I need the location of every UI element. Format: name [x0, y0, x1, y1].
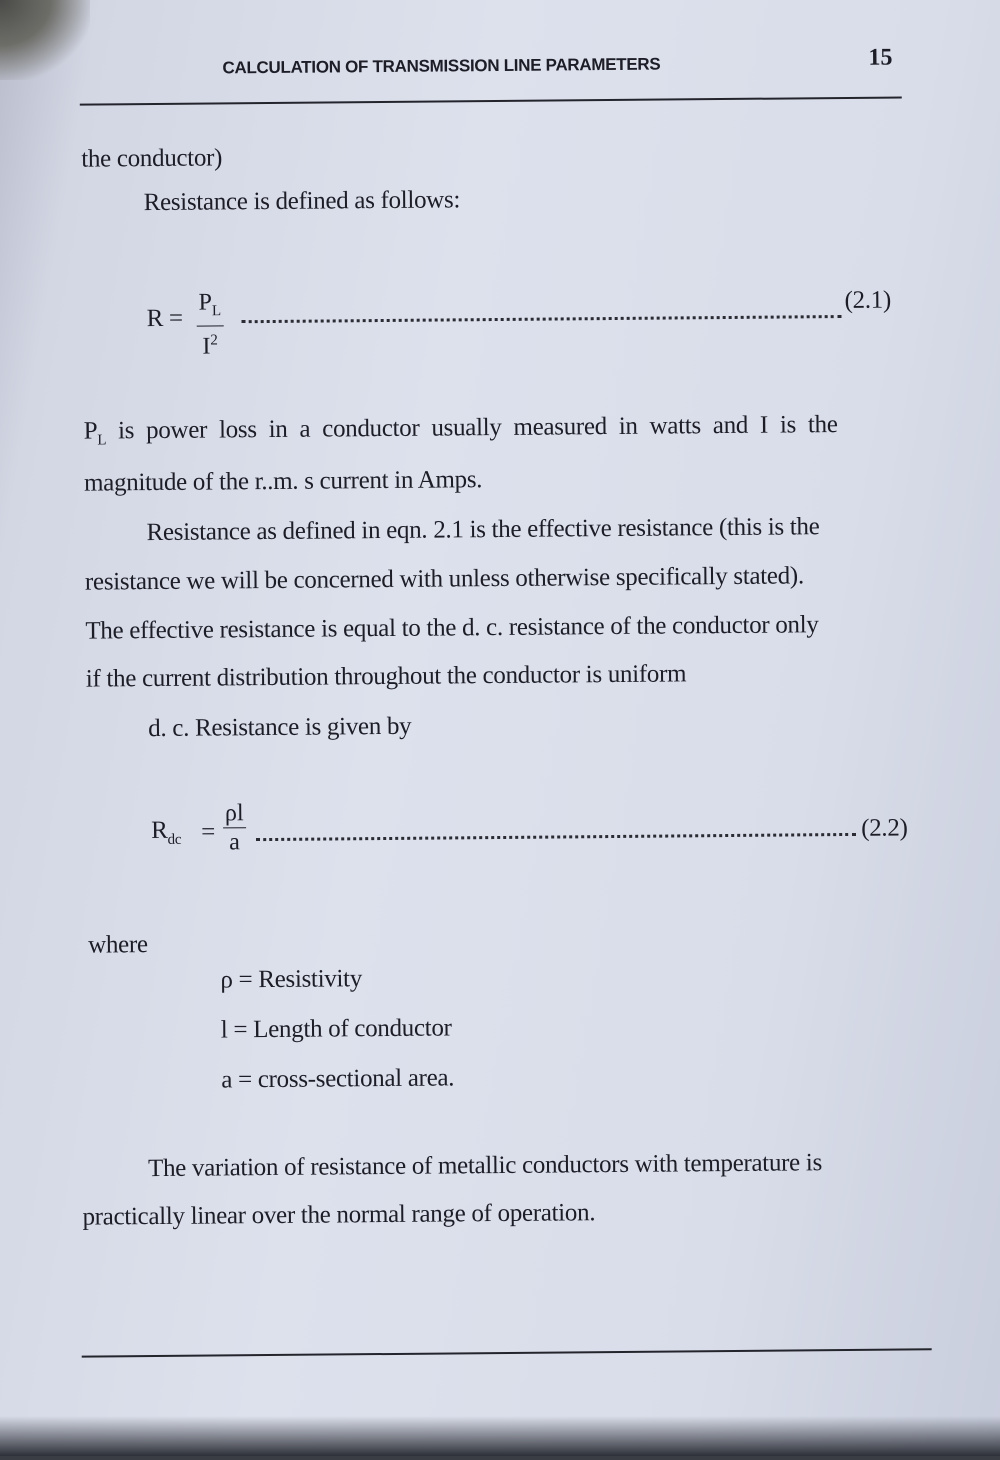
text-line: d. c. Resistance is given by — [148, 712, 412, 743]
numerator-sub: L — [211, 303, 222, 320]
paragraph-line: resistance we will be concerned with unl… — [84, 562, 804, 596]
page-shadow-bottom — [0, 1416, 1000, 1456]
running-header: CALCULATION OF TRANSMISSION LINE PARAMET… — [222, 54, 661, 78]
header-rule — [79, 96, 902, 106]
definition-item: l = Length of conductor — [220, 1014, 452, 1044]
where-label: where — [88, 931, 148, 959]
eq-lhs: Rdc — [151, 816, 182, 848]
text-line: Resistance is defined as follows: — [143, 186, 461, 217]
denominator: I — [202, 333, 211, 360]
paragraph-line: practically linear over the normal range… — [82, 1199, 596, 1231]
text-line: the conductor) — [81, 144, 223, 173]
eq-lhs: R = — [146, 304, 183, 333]
paragraph-line: The variation of resistance of metallic … — [147, 1149, 823, 1183]
equation-2-2: Rdc = ρl a (2.2) — [0, 0, 994, 855]
leader-dots — [256, 832, 857, 842]
leader-dots — [241, 315, 842, 324]
denominator-sup: 2 — [210, 332, 218, 349]
paragraph-line: The effective resistance is equal to the… — [85, 611, 819, 645]
numerator: ρl — [222, 799, 246, 829]
definition-item: a = cross-sectional area. — [221, 1064, 455, 1094]
denominator: a — [229, 829, 241, 856]
equation-number: (2.2) — [861, 814, 908, 842]
page-number: 15 — [868, 44, 893, 71]
eq-equals: = — [201, 818, 216, 846]
equation-number: (2.1) — [844, 286, 892, 314]
equation-2-1: R = PL I2 (2.1) — [0, 0, 994, 360]
footer-rule — [81, 1348, 932, 1358]
paragraph-line: PL is power loss in a conductor usually … — [83, 411, 838, 449]
eq-fraction: PL I2 — [196, 288, 224, 360]
eq-fraction: ρl a — [222, 799, 246, 856]
page-content: CALCULATION OF TRANSMISSION LINE PARAMET… — [0, 0, 1000, 1460]
definition-item: ρ = Resistivity — [220, 965, 363, 994]
paragraph-line: if the current distribution throughout t… — [85, 660, 687, 693]
paragraph-line: Resistance as defined in eqn. 2.1 is the… — [146, 513, 820, 547]
paragraph-line: magnitude of the r..m. s current in Amps… — [83, 466, 483, 497]
numerator: P — [198, 289, 212, 316]
book-page: CALCULATION OF TRANSMISSION LINE PARAMET… — [0, 0, 1000, 1456]
